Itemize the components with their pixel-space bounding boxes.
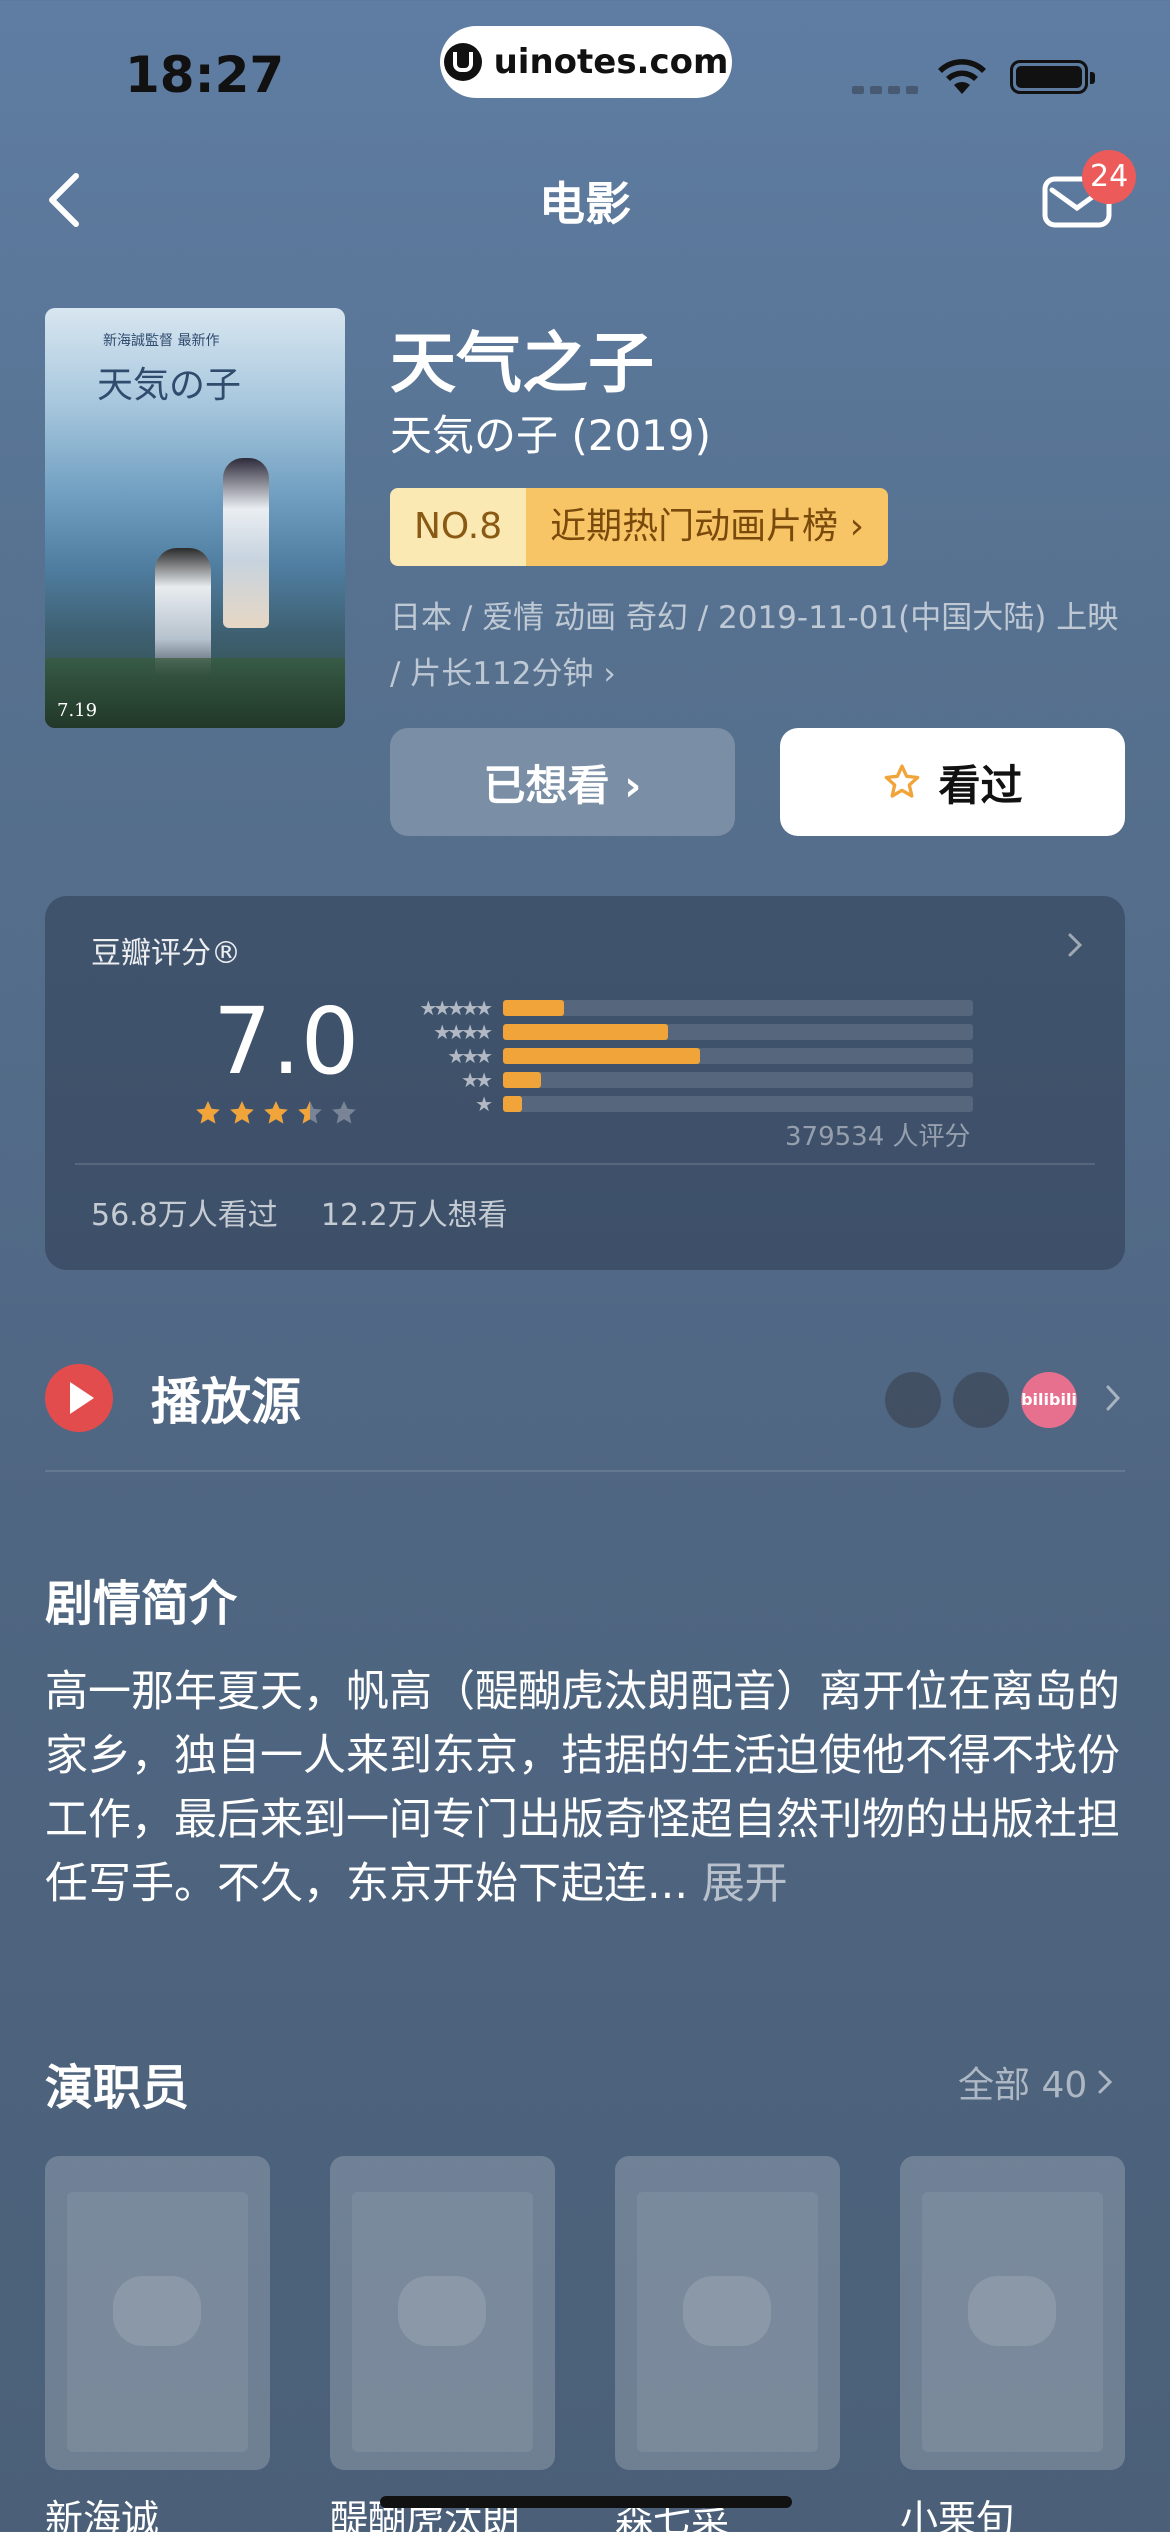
divider — [75, 1163, 1095, 1165]
distribution-row: ★★ — [381, 1068, 973, 1092]
chevron-right-icon — [1098, 2070, 1113, 2094]
platform-icon — [953, 1372, 1009, 1428]
play-icon — [45, 1364, 113, 1432]
wifi-icon — [938, 59, 986, 94]
avatar-placeholder-icon — [968, 2276, 1056, 2346]
movie-title: 天气之子 — [390, 325, 654, 402]
synopsis-body: 高一那年夏天，帆高（醍醐虎汰朗配音）离开位在离岛的家乡，独自一人来到东京，拮据的… — [45, 1667, 1120, 1909]
cast-card[interactable] — [330, 2156, 555, 2470]
rating-card[interactable]: 豆瓣评分® 7.0 ★★★★★ ★★★★ ★★★ ★★ ★ 379534 人评分 56.… — [45, 896, 1125, 1270]
cast-card[interactable] — [900, 2156, 1125, 2470]
status-time: 18:27 — [125, 46, 285, 104]
want-count: 12.2万人想看 — [320, 1198, 508, 1233]
status-bar: 18:27 uinotes.com — [0, 0, 1170, 130]
cast-name[interactable]: 醍醐虎汰朗 — [330, 2488, 520, 2532]
bilibili-icon: bilibili — [1021, 1372, 1077, 1428]
rating-star-icon — [332, 1101, 356, 1124]
rating-stars — [193, 1098, 359, 1128]
rating-score: 7.0 — [213, 988, 360, 1095]
play-source-label: 播放源 — [151, 1373, 301, 1431]
distribution-row: ★ — [381, 1092, 973, 1116]
distribution-track — [503, 1072, 973, 1088]
chevron-right-icon — [1068, 933, 1083, 957]
notification-badge: 24 — [1082, 150, 1137, 204]
avatar-placeholder-icon — [398, 2276, 486, 2346]
rating-star-icon — [298, 1101, 322, 1124]
movie-meta-info[interactable]: 日本 / 爱情 动画 奇幻 / 2019-11-01(中国大陆) 上映 / 片长… — [390, 590, 1130, 702]
cast-name[interactable]: 森七菜 — [615, 2488, 729, 2532]
rank-list-name: 近期热门动画片榜 › — [526, 488, 888, 566]
rank-number: NO.8 — [390, 488, 527, 566]
distribution-row: ★★★★ — [381, 1020, 973, 1044]
poster-title: 天気の子 — [97, 365, 242, 406]
movie-poster[interactable]: 新海誠監督 最新作 天気の子 7.19 — [45, 308, 345, 728]
expand-link[interactable]: 展开 — [702, 1859, 788, 1909]
distribution-bar — [503, 1048, 701, 1064]
distribution-row: ★★★ — [381, 1044, 973, 1068]
avatar-placeholder-icon — [113, 2276, 201, 2346]
distribution-track — [503, 1096, 973, 1112]
distribution-stars: ★★ — [461, 1068, 493, 1092]
distribution-stars: ★★★ — [447, 1044, 493, 1068]
poster-figure-girl — [223, 458, 269, 628]
poster-subtitle: 新海誠監督 最新作 — [103, 333, 220, 349]
want-to-watch-button[interactable]: 已想看 › — [390, 728, 735, 836]
star-outline-icon — [885, 764, 920, 798]
rating-label: 豆瓣评分® — [91, 936, 241, 971]
cellular-signal-icon — [852, 86, 918, 94]
poster-date: 7.19 — [57, 700, 98, 721]
avatar-placeholder-icon — [683, 2276, 771, 2346]
distribution-stars: ★ — [475, 1092, 493, 1116]
cast-all-label: 全部 40 — [958, 2065, 1088, 2106]
distribution-bar — [503, 1096, 522, 1112]
cast-all-link[interactable]: 全部 40 — [958, 2056, 1113, 2108]
url-text: uinotes.com — [493, 42, 729, 82]
battery-icon — [1010, 60, 1095, 94]
want-to-watch-label: 已想看 › — [483, 760, 642, 810]
cast-card[interactable] — [615, 2156, 840, 2470]
distribution-track — [503, 1024, 973, 1040]
rating-star-icon — [196, 1101, 220, 1124]
distribution-track — [503, 1000, 973, 1016]
rating-star-icon — [264, 1101, 288, 1124]
cast-title: 演职员 — [45, 2060, 190, 2116]
rating-stats: 56.8万人看过 12.2万人想看 — [91, 1190, 508, 1234]
distribution-bar — [503, 1024, 668, 1040]
synopsis-title: 剧情简介 — [45, 1576, 238, 1632]
cast-name[interactable]: 小栗旬 — [900, 2488, 1014, 2532]
movie-original-title: 天気の子 (2019) — [390, 411, 712, 460]
synopsis-text: 高一那年夏天，帆高（醍醐虎汰朗配音）离开位在离岛的家乡，独自一人来到东京，拮据的… — [45, 1660, 1125, 1916]
ranking-badge[interactable]: NO.8 近期热门动画片榜 › — [390, 488, 888, 566]
seen-label: 看过 — [938, 760, 1023, 810]
uinotes-logo-icon — [443, 43, 482, 81]
distribution-stars: ★★★★★ — [419, 996, 493, 1020]
nav-bar: 电影 24 — [0, 150, 1170, 250]
distribution-bar — [503, 1072, 541, 1088]
divider — [45, 1470, 1125, 1472]
distribution-bar — [503, 1000, 565, 1016]
cast-name[interactable]: 新海诚 — [45, 2488, 159, 2532]
page-title: 电影 — [539, 177, 631, 231]
rating-count: 379534 人评分 — [785, 1122, 971, 1152]
url-pill: uinotes.com — [440, 26, 732, 98]
chevron-right-icon — [1106, 1385, 1121, 1411]
rating-distribution: ★★★★★ ★★★★ ★★★ ★★ ★ — [381, 996, 973, 1116]
rating-star-icon — [230, 1101, 254, 1124]
seen-button[interactable]: 看过 — [780, 728, 1125, 836]
distribution-stars: ★★★★ — [433, 1020, 493, 1044]
watched-count: 56.8万人看过 — [91, 1198, 278, 1233]
home-indicator — [380, 2496, 792, 2508]
play-source-row[interactable]: 播放源 bilibili — [45, 1352, 1125, 1452]
distribution-track — [503, 1048, 973, 1064]
distribution-row: ★★★★★ — [381, 996, 973, 1020]
cast-card[interactable] — [45, 2156, 270, 2470]
platform-icon — [885, 1372, 941, 1428]
